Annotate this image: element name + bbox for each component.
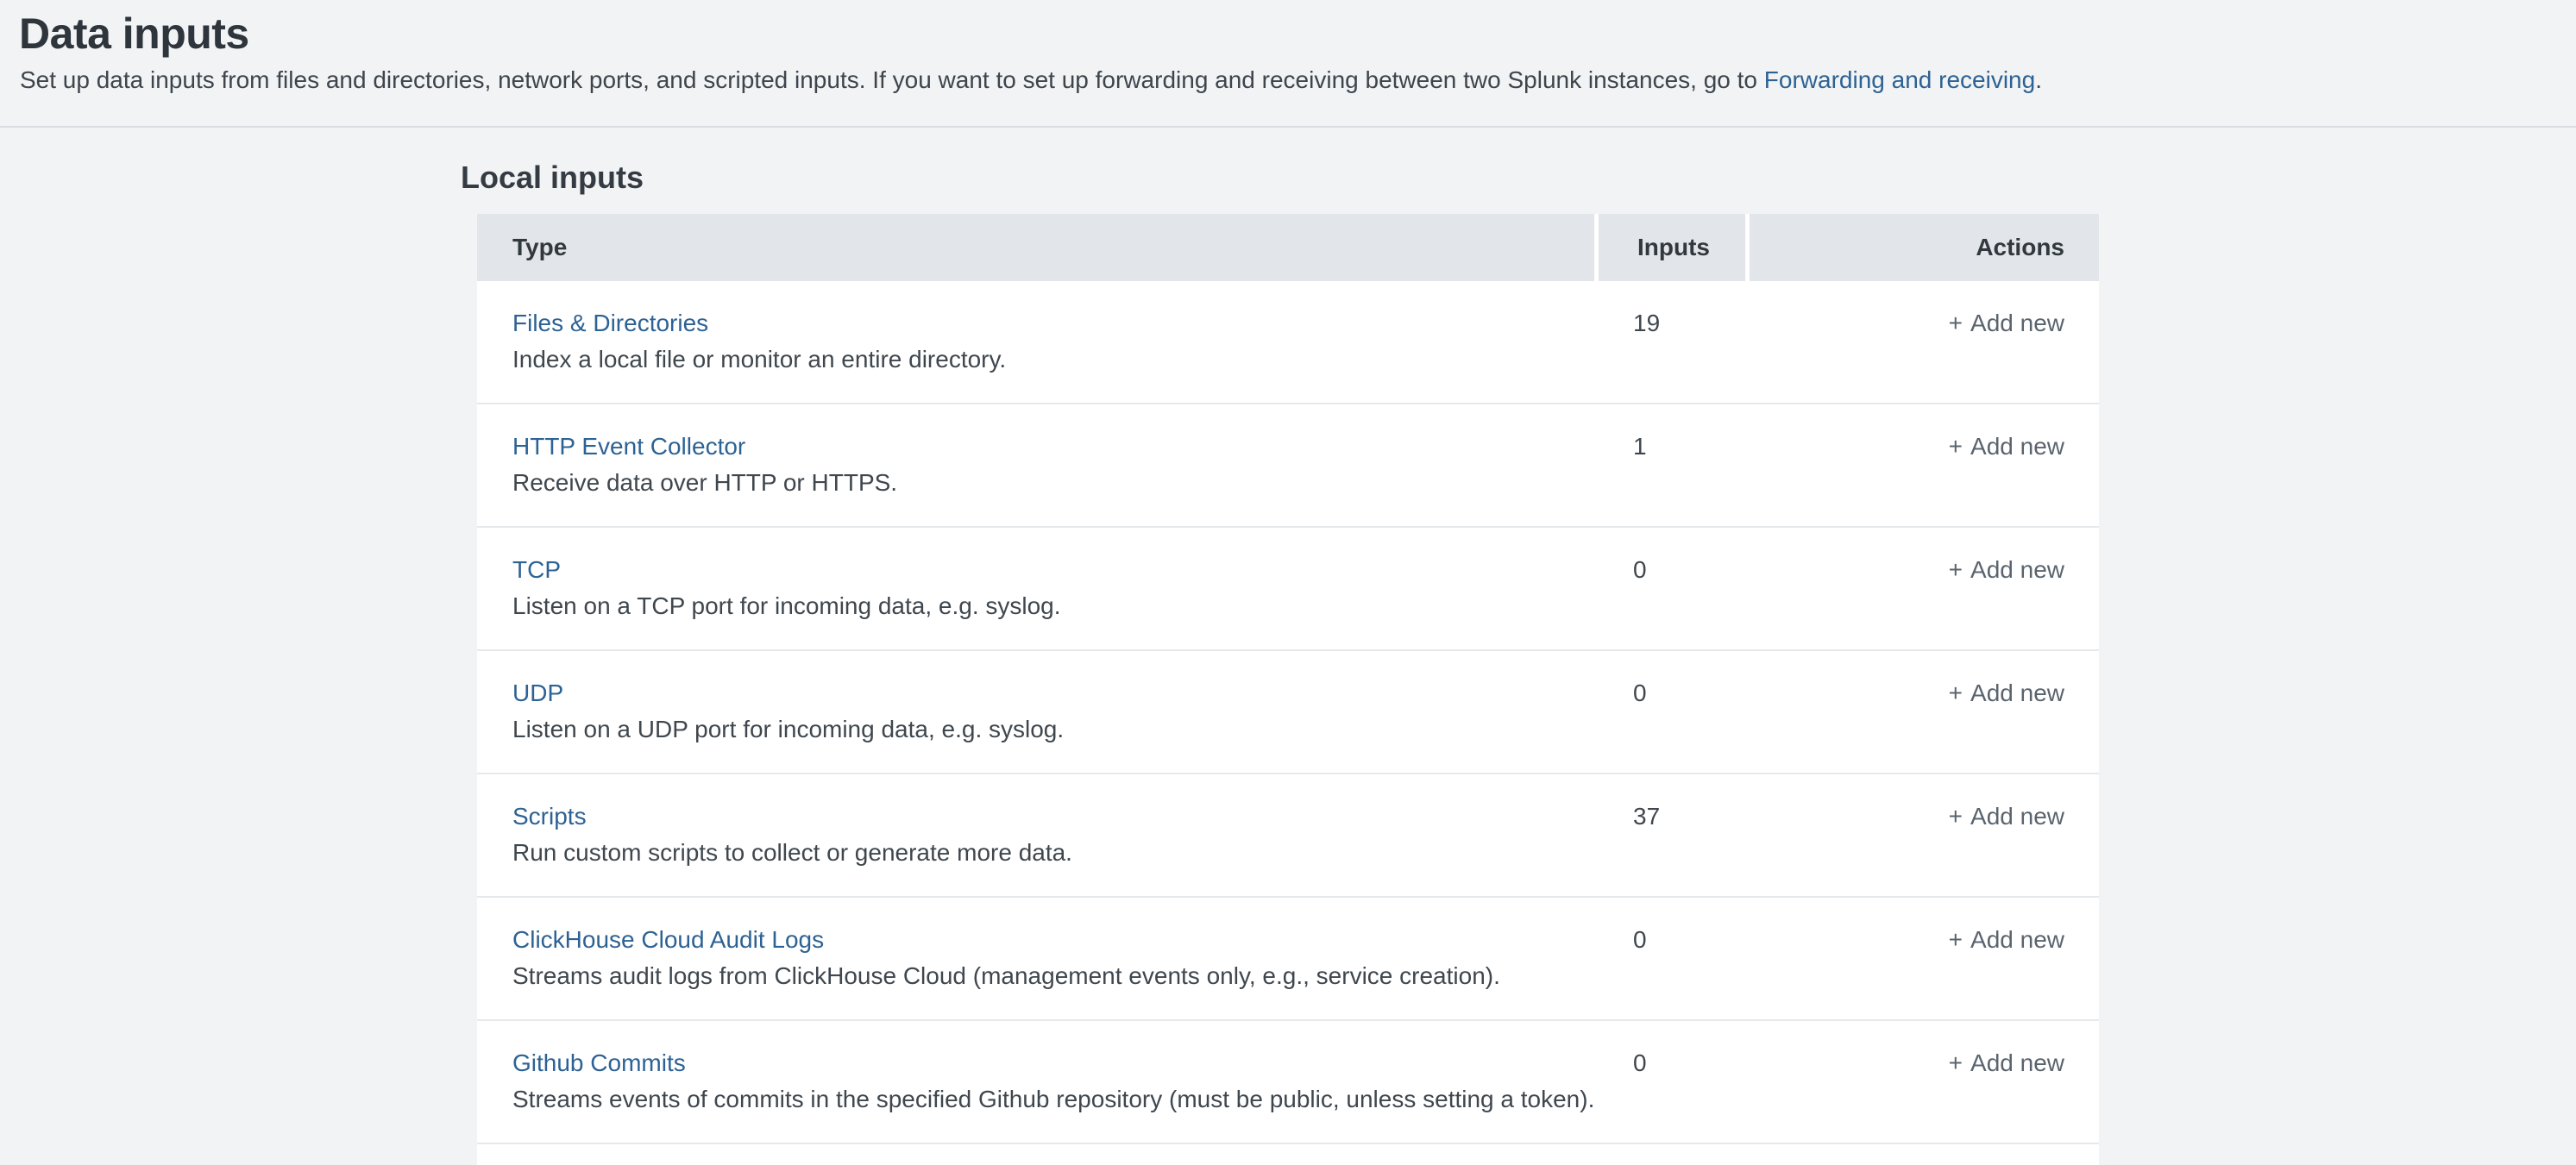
plus-icon: + [1949,675,1963,711]
type-cell: TCP Listen on a TCP port for incoming da… [477,528,1594,649]
input-type-link[interactable]: HTTP Event Collector [512,429,745,465]
actions-cell: + Add new [1745,1021,2099,1143]
column-header-type: Type [477,214,1594,281]
input-type-description: Listen on a UDP port for incoming data, … [512,711,1577,748]
inputs-count-cell: 0 [1594,898,1745,1019]
input-type-description: Streams events of commits in the specifi… [512,1081,1577,1118]
add-new-link[interactable]: +Add new [1949,680,2064,706]
type-cell: Files & Directories Index a local file o… [477,281,1594,403]
add-new-label: Add new [1970,680,2064,706]
add-new-link[interactable]: +Add new [1949,310,2064,336]
next-row-partial [477,1144,2099,1165]
description-period: . [2035,66,2042,93]
type-cell: HTTP Event Collector Receive data over H… [477,404,1594,526]
plus-icon: + [1949,799,1963,835]
input-type-link[interactable]: TCP [512,552,561,588]
add-new-link[interactable]: +Add new [1949,1049,2064,1076]
table-row: Scripts Run custom scripts to collect or… [477,774,2099,898]
column-header-actions: Actions [1745,214,2099,281]
table-row: Files & Directories Index a local file o… [477,281,2099,404]
input-type-description: Listen on a TCP port for incoming data, … [512,588,1577,624]
table-row: HTTP Event Collector Receive data over H… [477,404,2099,528]
local-inputs-table: Type Inputs Actions Files & Directories … [477,214,2099,1165]
actions-cell: + Add new [1745,528,2099,649]
input-type-description: Index a local file or monitor an entire … [512,341,1577,378]
inputs-count-cell: 0 [1594,1021,1745,1143]
description-text: Set up data inputs from files and direct… [20,66,1764,93]
type-cell: Scripts Run custom scripts to collect or… [477,774,1594,896]
table-row: Github Commits Streams events of commits… [477,1021,2099,1144]
table-header-row: Type Inputs Actions [477,214,2099,281]
table-row: UDP Listen on a UDP port for incoming da… [477,651,2099,774]
input-type-description: Run custom scripts to collect or generat… [512,835,1577,871]
inputs-count-cell: 0 [1594,651,1745,773]
plus-icon: + [1949,922,1963,958]
table-body: Files & Directories Index a local file o… [477,281,2099,1144]
type-cell: UDP Listen on a UDP port for incoming da… [477,651,1594,773]
actions-cell: + Add new [1745,281,2099,403]
add-new-label: Add new [1970,803,2064,830]
actions-cell: + Add new [1745,404,2099,526]
data-inputs-page: Data inputs Set up data inputs from file… [0,0,2576,1165]
input-type-link[interactable]: ClickHouse Cloud Audit Logs [512,922,824,958]
add-new-label: Add new [1970,556,2064,583]
plus-icon: + [1949,305,1963,341]
add-new-link[interactable]: +Add new [1949,433,2064,460]
input-type-link[interactable]: Files & Directories [512,305,708,341]
add-new-label: Add new [1970,926,2064,953]
inputs-count-cell: 37 [1594,774,1745,896]
inputs-count-cell: 19 [1594,281,1745,403]
actions-cell: + Add new [1745,651,2099,773]
plus-icon: + [1949,552,1963,588]
plus-icon: + [1949,429,1963,465]
content-area: Local inputs Type Inputs Actions Files &… [0,128,2576,1165]
input-type-description: Receive data over HTTP or HTTPS. [512,465,1577,501]
type-cell: Github Commits Streams events of commits… [477,1021,1594,1143]
input-type-link[interactable]: Github Commits [512,1045,686,1081]
page-description: Set up data inputs from files and direct… [20,64,2550,97]
add-new-label: Add new [1970,1049,2064,1076]
input-type-link[interactable]: UDP [512,675,563,711]
input-type-link[interactable]: Scripts [512,799,587,835]
table-row: ClickHouse Cloud Audit Logs Streams audi… [477,898,2099,1021]
table-row: TCP Listen on a TCP port for incoming da… [477,528,2099,651]
column-header-inputs: Inputs [1594,214,1745,281]
input-type-description: Streams audit logs from ClickHouse Cloud… [512,958,1577,994]
plus-icon: + [1949,1045,1963,1081]
actions-cell: + Add new [1745,774,2099,896]
add-new-label: Add new [1970,310,2064,336]
add-new-link[interactable]: +Add new [1949,803,2064,830]
actions-cell: + Add new [1745,898,2099,1019]
inputs-count-cell: 1 [1594,404,1745,526]
add-new-label: Add new [1970,433,2064,460]
add-new-link[interactable]: +Add new [1949,926,2064,953]
inputs-count-cell: 0 [1594,528,1745,649]
section-heading: Local inputs [461,159,2576,197]
type-cell: ClickHouse Cloud Audit Logs Streams audi… [477,898,1594,1019]
page-title: Data inputs [19,9,2550,59]
add-new-link[interactable]: +Add new [1949,556,2064,583]
forwarding-receiving-link[interactable]: Forwarding and receiving [1764,66,2035,93]
page-header: Data inputs Set up data inputs from file… [0,0,2576,128]
